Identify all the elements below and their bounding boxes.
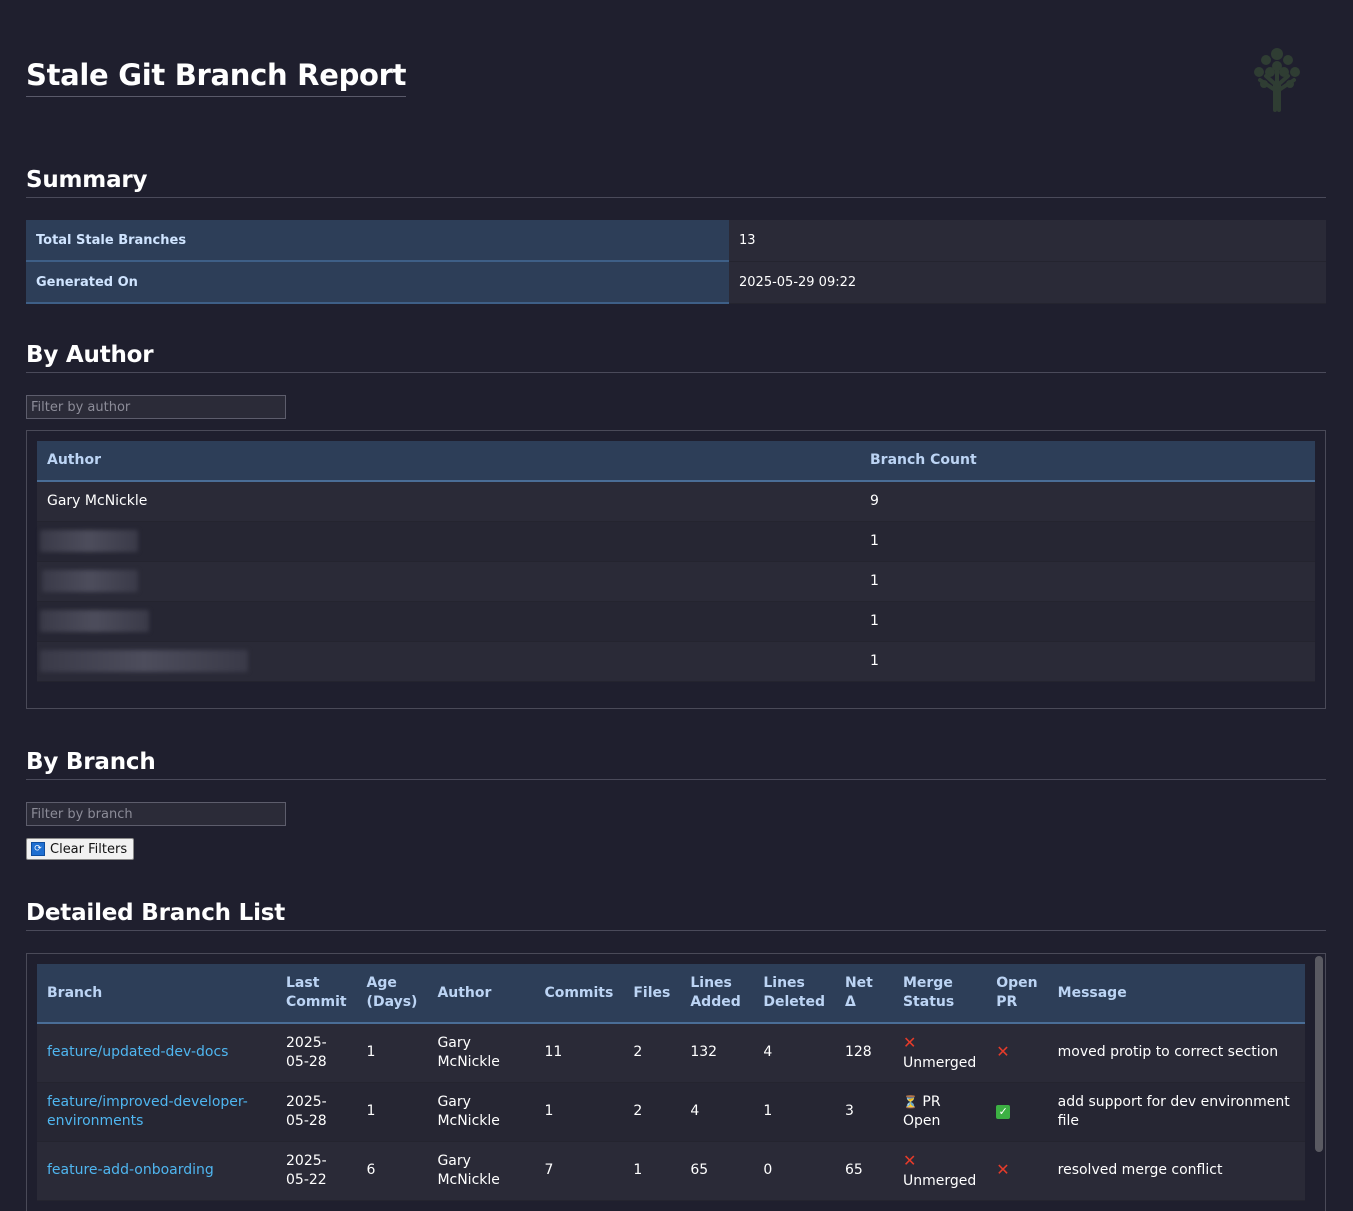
column-header-files[interactable]: Files [623, 964, 681, 1024]
redacted-author-name [40, 610, 149, 632]
summary-table: Total Stale Branches 13 Generated On 202… [26, 220, 1326, 304]
detailed-list-heading: Detailed Branch List [26, 900, 1326, 931]
branch-link[interactable]: feature-add-onboarding [47, 1162, 214, 1178]
column-header-lines-deleted[interactable]: Lines Deleted [753, 964, 835, 1024]
branch-count: 1 [860, 521, 1315, 562]
author-name: Gary McNickle [37, 481, 860, 522]
summary-heading: Summary [26, 167, 1326, 198]
commits: 11 [534, 1023, 624, 1083]
cross-icon: ✕ [996, 1160, 1010, 1179]
by-author-heading: By Author [26, 342, 1326, 373]
column-header-branch-count[interactable]: Branch Count [860, 441, 1315, 482]
author-filter-input[interactable] [26, 395, 286, 419]
page-title: Stale Git Branch Report [26, 58, 407, 97]
cross-icon: ✕ [902, 1032, 917, 1052]
open-pr: ✕ [986, 1023, 1048, 1083]
branch-count: 1 [860, 641, 1315, 682]
author: Gary McNickle [427, 1023, 535, 1083]
clear-filters-button[interactable]: ⟳ Clear Filters [26, 838, 135, 860]
column-header-last-commit[interactable]: Last Commit [276, 964, 357, 1024]
column-header-net-delta[interactable]: Net Δ [834, 964, 893, 1024]
summary-value: 2025-05-29 09:22 [729, 261, 1326, 304]
summary-value: 13 [729, 220, 1326, 262]
vertical-scrollbar[interactable] [1315, 956, 1323, 1152]
table-row: feature/updated-dev-docs 2025-05-28 1 Ga… [37, 1023, 1305, 1083]
lines-deleted: 1 [753, 1082, 835, 1142]
table-row: 1 [37, 601, 1315, 642]
branch-link[interactable]: feature/updated-dev-docs [47, 1044, 228, 1060]
summary-label: Total Stale Branches [26, 220, 729, 262]
merge-status: ✕ Unmerged [892, 1023, 987, 1083]
by-branch-heading: By Branch [26, 749, 1326, 780]
column-header-open-pr[interactable]: Open PR [986, 964, 1048, 1024]
table-row: Gary McNickle 9 [37, 481, 1315, 522]
redacted-author-name [40, 530, 138, 552]
column-header-author[interactable]: Author [37, 441, 860, 482]
check-icon: ✓ [996, 1104, 1011, 1119]
merge-status-label: Unmerged [902, 1054, 977, 1071]
last-commit: 2025-05-28 [276, 1023, 357, 1083]
column-header-commits[interactable]: Commits [534, 964, 624, 1024]
summary-label: Generated On [26, 261, 729, 304]
lines-deleted: 4 [753, 1023, 835, 1083]
commit-message: add support for dev environment file [1047, 1082, 1305, 1142]
column-header-message[interactable]: Message [1047, 964, 1305, 1024]
clear-filters-label: Clear Filters [50, 841, 128, 857]
column-header-merge-status[interactable]: Merge Status [892, 964, 987, 1024]
commits: 7 [534, 1141, 624, 1201]
files: 2 [623, 1023, 681, 1083]
lines-deleted: 0 [753, 1141, 835, 1201]
summary-row: Generated On 2025-05-29 09:22 [26, 261, 1326, 304]
merge-status-label: Unmerged [902, 1172, 977, 1189]
branch-count: 1 [860, 601, 1315, 642]
age-days: 1 [356, 1023, 428, 1083]
open-pr: ✕ [986, 1141, 1048, 1201]
table-row: feature-add-onboarding 2025-05-22 6 Gary… [37, 1141, 1305, 1201]
author: Gary McNickle [427, 1082, 535, 1142]
detailed-table-panel[interactable]: Branch Last Commit Age (Days) Author Com… [26, 953, 1326, 1211]
table-row: 1 [37, 521, 1315, 562]
branch-count: 9 [860, 481, 1315, 522]
lines-added: 4 [680, 1082, 754, 1142]
net-delta: 65 [834, 1141, 893, 1201]
branch-filter-input[interactable] [26, 802, 286, 826]
author-table-panel: Author Branch Count Gary McNickle 9 1 1 … [26, 430, 1326, 709]
merge-status: ✕ Unmerged [892, 1141, 987, 1201]
files: 2 [623, 1082, 681, 1142]
open-pr: ✓ [986, 1082, 1048, 1142]
author: Gary McNickle [427, 1141, 535, 1201]
merge-status: ⏳ PR Open [892, 1082, 987, 1142]
refresh-icon: ⟳ [31, 842, 45, 856]
branch-link[interactable]: feature/improved-developer-environments [47, 1094, 248, 1129]
last-commit: 2025-05-28 [276, 1082, 357, 1142]
commits: 1 [534, 1082, 624, 1142]
detailed-branch-table: Branch Last Commit Age (Days) Author Com… [37, 964, 1305, 1201]
files: 1 [623, 1141, 681, 1201]
table-row: 1 [37, 561, 1315, 602]
table-row: feature/improved-developer-environments … [37, 1082, 1305, 1142]
cross-icon: ✕ [902, 1150, 917, 1170]
column-header-branch[interactable]: Branch [37, 964, 276, 1024]
age-days: 6 [356, 1141, 428, 1201]
redacted-author-name [42, 570, 138, 592]
column-header-age[interactable]: Age (Days) [356, 964, 428, 1024]
net-delta: 3 [834, 1082, 893, 1142]
author-table: Author Branch Count Gary McNickle 9 1 1 … [37, 441, 1315, 682]
table-row: 1 [37, 641, 1315, 682]
commit-message: moved protip to correct section [1047, 1023, 1305, 1083]
summary-row: Total Stale Branches 13 [26, 220, 1326, 262]
redacted-author-name [40, 650, 248, 672]
last-commit: 2025-05-22 [276, 1141, 357, 1201]
lines-added: 65 [680, 1141, 754, 1201]
lines-added: 132 [680, 1023, 754, 1083]
column-header-author[interactable]: Author [427, 964, 535, 1024]
age-days: 1 [356, 1082, 428, 1142]
tree-logo-icon [1246, 40, 1308, 112]
column-header-lines-added[interactable]: Lines Added [680, 964, 754, 1024]
cross-icon: ✕ [996, 1042, 1010, 1062]
commit-message: resolved merge conflict [1047, 1141, 1305, 1201]
net-delta: 128 [834, 1023, 893, 1083]
hourglass-icon: ⏳ [902, 1094, 918, 1109]
branch-count: 1 [860, 561, 1315, 602]
